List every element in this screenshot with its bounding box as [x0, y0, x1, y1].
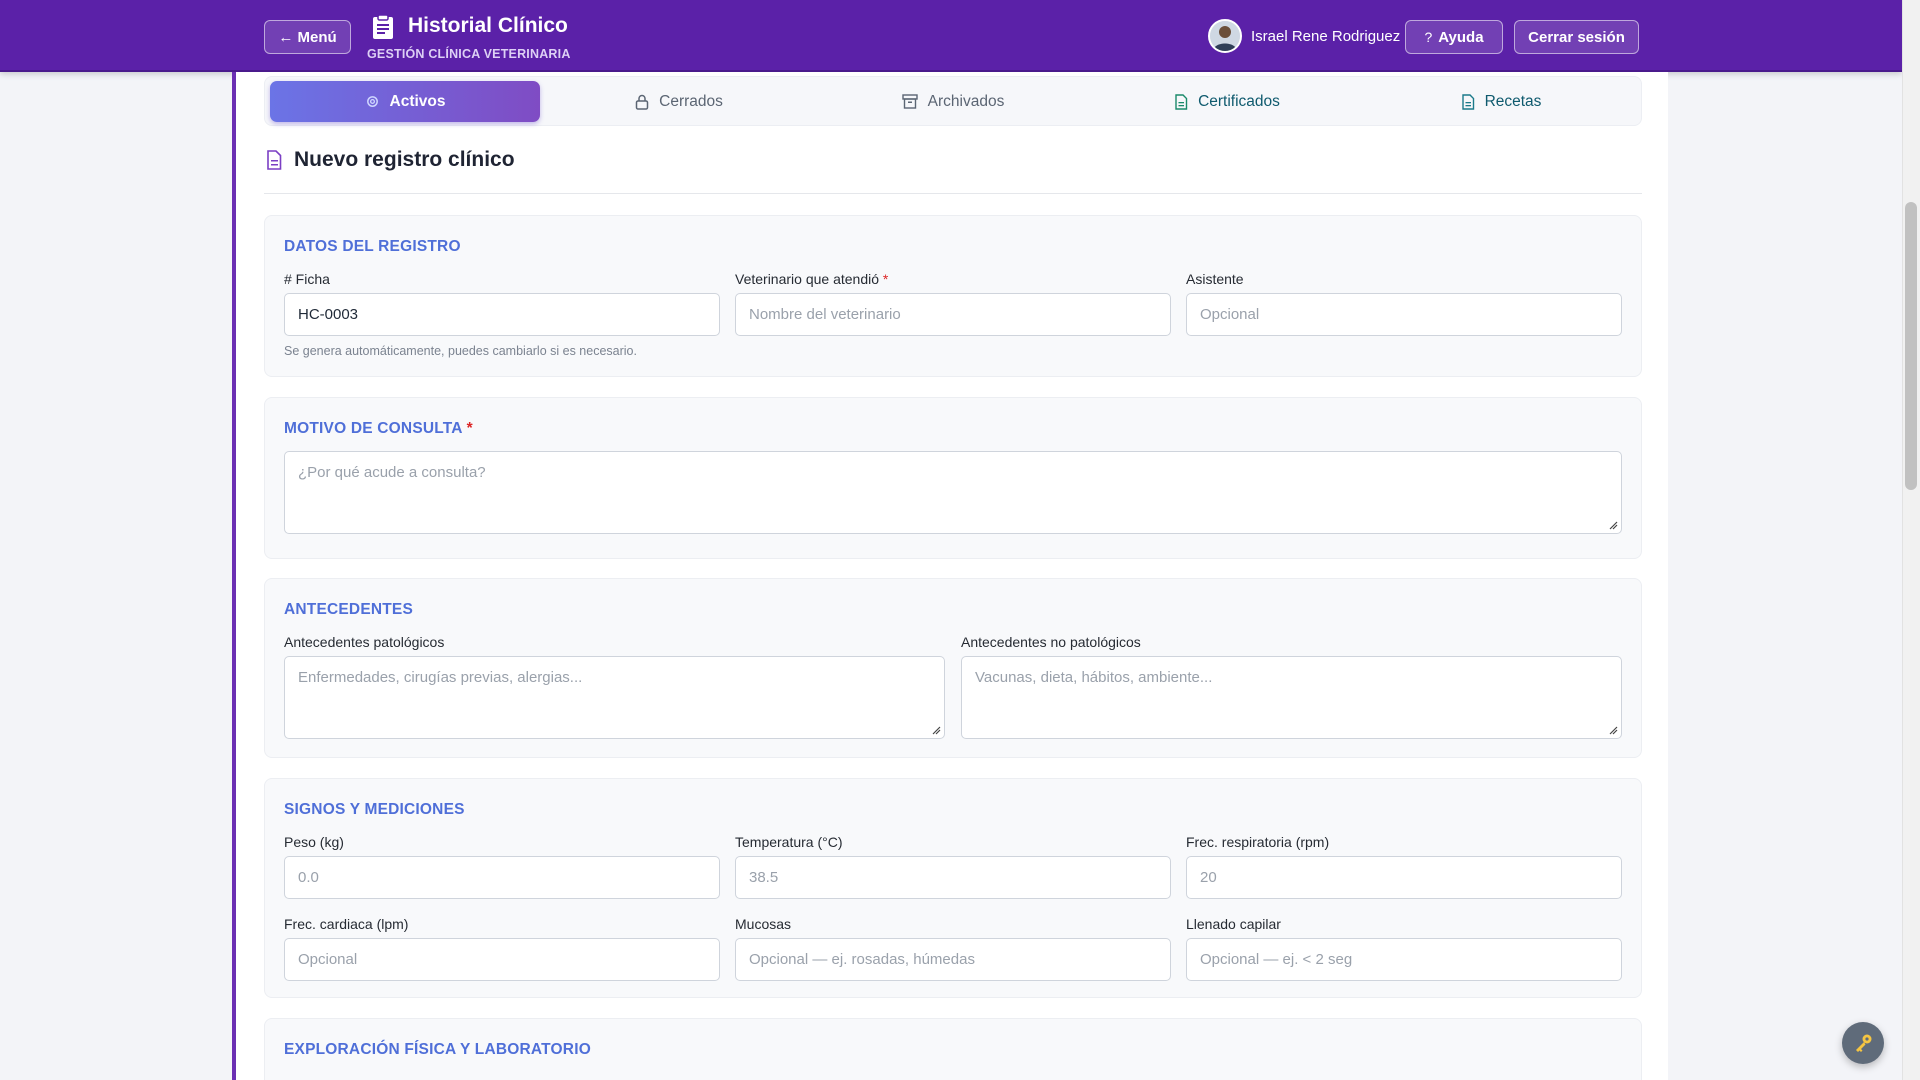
- peso-label: Peso (kg): [284, 834, 344, 850]
- motivo-textarea[interactable]: ¿Por qué acude a consulta?: [284, 451, 1622, 534]
- scrollbar-thumb[interactable]: [1905, 202, 1917, 490]
- tab-archivados-label: Archivados: [927, 92, 1005, 110]
- frec-respiratoria-label: Frec. respiratoria (rpm): [1186, 834, 1330, 850]
- frec-respiratoria-placeholder: 20: [1200, 869, 1217, 886]
- mucosas-input[interactable]: Opcional — ej. rosadas, húmedas: [735, 938, 1171, 981]
- document-icon: [267, 150, 282, 170]
- section-title: DATOS DEL REGISTRO: [284, 238, 461, 255]
- question-icon: ?: [1424, 29, 1433, 45]
- ficha-hint: Se genera automáticamente, puedes cambia…: [284, 344, 637, 358]
- veterinario-placeholder: Nombre del veterinario: [749, 306, 901, 323]
- tab-certificados[interactable]: Certificados: [1092, 81, 1362, 122]
- floating-key-button[interactable]: [1842, 1022, 1884, 1064]
- top-header: ← Menú Historial Clínico GESTIÓN CLÍNICA…: [0, 0, 1902, 72]
- section-registro: DATOS DEL REGISTRO # Ficha HC-0003 Se ge…: [264, 215, 1642, 377]
- document-icon: [1175, 93, 1188, 110]
- help-button-label: Ayuda: [1438, 28, 1484, 46]
- mucosas-placeholder: Opcional — ej. rosadas, húmedas: [749, 951, 975, 968]
- tab-archivados[interactable]: Archivados: [818, 81, 1088, 122]
- section-motivo: MOTIVO DE CONSULTA * ¿Por qué acude a co…: [264, 397, 1642, 559]
- asistente-label: Asistente: [1186, 271, 1244, 287]
- temperatura-placeholder: 38.5: [749, 869, 779, 886]
- frec-cardiaca-label: Frec. cardiaca (lpm): [284, 916, 409, 932]
- resize-handle-icon[interactable]: [931, 725, 941, 735]
- logout-button-label: Cerrar sesión: [1528, 28, 1625, 46]
- ficha-label: # Ficha: [284, 271, 330, 287]
- document-icon: [1461, 93, 1474, 110]
- resize-handle-icon[interactable]: [1608, 520, 1618, 530]
- ficha-value: HC-0003: [298, 306, 359, 323]
- avatar[interactable]: [1208, 19, 1242, 53]
- frec-cardiaca-placeholder: Opcional: [298, 951, 358, 968]
- menu-button-label: ← Menú: [278, 28, 337, 46]
- archive-icon: [901, 94, 918, 109]
- frec-respiratoria-input[interactable]: 20: [1186, 856, 1622, 899]
- no-patologicos-label: Antecedentes no patológicos: [961, 634, 1141, 650]
- patologicos-textarea[interactable]: Enfermedades, cirugías previas, alergias…: [284, 656, 945, 739]
- temperatura-label: Temperatura (°C): [735, 834, 843, 850]
- peso-placeholder: 0.0: [298, 869, 319, 886]
- frec-cardiaca-input[interactable]: Opcional: [284, 938, 720, 981]
- veterinario-input[interactable]: Nombre del veterinario: [735, 293, 1171, 336]
- section-exploracion: EXPLORACIÓN FÍSICA Y LABORATORIO: [264, 1018, 1642, 1080]
- motivo-placeholder: ¿Por qué acude a consulta?: [298, 464, 486, 481]
- llenado-capilar-placeholder: Opcional — ej. < 2 seg: [1200, 951, 1353, 968]
- veterinario-label: Veterinario que atendió *: [735, 271, 889, 287]
- tab-recetas[interactable]: Recetas: [1366, 81, 1636, 122]
- section-title: MOTIVO DE CONSULTA *: [284, 420, 473, 437]
- divider: [264, 193, 1642, 194]
- no-patologicos-placeholder: Vacunas, dieta, hábitos, ambiente...: [975, 669, 1213, 686]
- key-icon: [1856, 1034, 1872, 1052]
- logout-button[interactable]: Cerrar sesión: [1514, 20, 1639, 54]
- menu-button[interactable]: ← Menú: [264, 20, 351, 54]
- mucosas-label: Mucosas: [735, 916, 792, 932]
- section-title: ANTECEDENTES: [284, 601, 413, 618]
- user-photo-icon: [1210, 21, 1240, 51]
- user-name: Israel Rene Rodriguez: [1251, 28, 1401, 45]
- tab-activos[interactable]: Activos: [270, 81, 540, 122]
- resize-handle-icon[interactable]: [1608, 725, 1618, 735]
- tab-cerrados[interactable]: Cerrados: [544, 81, 814, 122]
- page-title: Nuevo registro clínico: [294, 148, 515, 171]
- ficha-input[interactable]: HC-0003: [284, 293, 720, 336]
- llenado-capilar-label: Llenado capilar: [1186, 916, 1281, 932]
- scrollbar-track[interactable]: [1902, 0, 1920, 1080]
- record-tabs: Activos Cerrados Archivados Certificados…: [264, 76, 1642, 126]
- patologicos-placeholder: Enfermedades, cirugías previas, alergias…: [298, 669, 583, 686]
- clipboard-icon: [373, 14, 393, 39]
- temperatura-input[interactable]: 38.5: [735, 856, 1171, 899]
- no-patologicos-textarea[interactable]: Vacunas, dieta, hábitos, ambiente...: [961, 656, 1622, 739]
- llenado-capilar-input[interactable]: Opcional — ej. < 2 seg: [1186, 938, 1622, 981]
- app-title: Historial Clínico: [408, 14, 568, 37]
- help-button[interactable]: ? Ayuda: [1405, 20, 1503, 54]
- section-antecedentes: ANTECEDENTES Antecedentes patológicos En…: [264, 578, 1642, 758]
- section-signos: SIGNOS Y MEDICIONES Peso (kg) 0.0 Temper…: [264, 778, 1642, 998]
- peso-input[interactable]: 0.0: [284, 856, 720, 899]
- tab-recetas-label: Recetas: [1484, 92, 1542, 110]
- tab-activos-label: Activos: [389, 92, 446, 110]
- lock-icon: [635, 94, 649, 110]
- patologicos-label: Antecedentes patológicos: [284, 634, 445, 650]
- gear-icon: [366, 96, 378, 107]
- asistente-placeholder: Opcional: [1200, 306, 1260, 323]
- section-title: SIGNOS Y MEDICIONES: [284, 801, 465, 818]
- app-subtitle: GESTIÓN CLÍNICA VETERINARIA: [367, 47, 571, 61]
- tab-certificados-label: Certificados: [1198, 92, 1280, 110]
- section-title: EXPLORACIÓN FÍSICA Y LABORATORIO: [284, 1041, 591, 1058]
- tab-cerrados-label: Cerrados: [659, 92, 723, 110]
- asistente-input[interactable]: Opcional: [1186, 293, 1622, 336]
